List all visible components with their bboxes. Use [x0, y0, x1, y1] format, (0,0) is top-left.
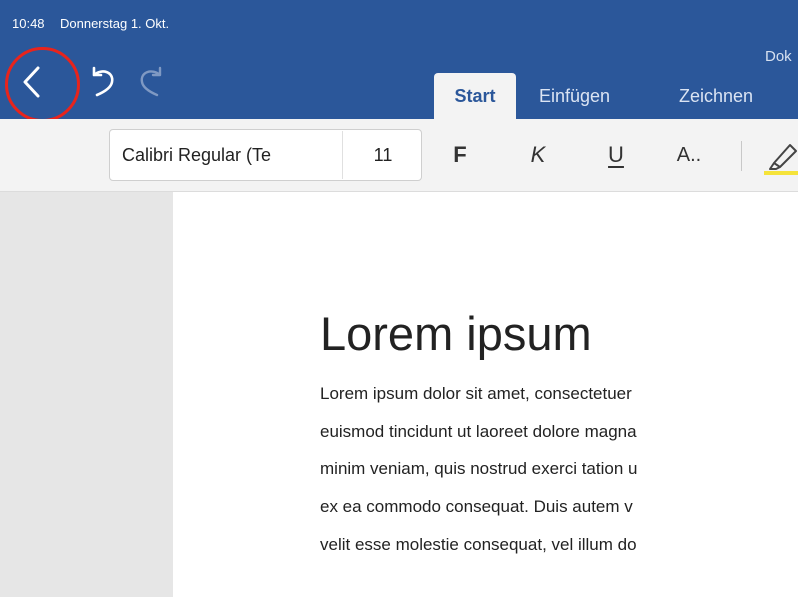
redo-icon	[140, 66, 162, 97]
tab-insert[interactable]: Einfügen	[539, 73, 610, 119]
document-text-line[interactable]: velit esse molestie consequat, vel illum…	[320, 535, 637, 555]
left-margin-gutter	[0, 192, 173, 597]
font-field-divider	[342, 131, 343, 179]
bold-button[interactable]: F	[440, 129, 480, 181]
highlighter-button[interactable]	[760, 137, 798, 177]
document-title: Dok	[765, 48, 792, 65]
font-picker[interactable]: Calibri Regular (Te 11	[109, 129, 422, 181]
underline-button[interactable]: U	[596, 129, 636, 181]
tab-start[interactable]: Start	[434, 73, 516, 119]
status-time: 10:48	[12, 16, 45, 31]
font-size-input[interactable]: 11	[344, 130, 422, 180]
ribbon-header: 10:48 Donnerstag 1. Okt. Dok Start Einfü…	[0, 0, 798, 122]
document-heading[interactable]: Lorem ipsum	[320, 306, 592, 361]
font-color-button[interactable]: A..	[664, 129, 714, 181]
toolbar-divider	[741, 141, 742, 171]
undo-icon	[92, 66, 114, 97]
undo-button[interactable]	[84, 64, 122, 100]
redo-button[interactable]	[134, 64, 170, 100]
document-text-line[interactable]: minim veniam, quis nostrud exerci tation…	[320, 459, 637, 479]
document-text-line[interactable]: euismod tincidunt ut laoreet dolore magn…	[320, 422, 637, 442]
highlighter-icon	[764, 144, 798, 175]
formatting-toolbar: Calibri Regular (Te 11 F K U A..	[0, 119, 798, 192]
font-name-input[interactable]: Calibri Regular (Te	[122, 130, 344, 180]
status-date: Donnerstag 1. Okt.	[60, 16, 170, 31]
document-text-line[interactable]: Lorem ipsum dolor sit amet, consectetuer	[320, 384, 632, 404]
annotation-circle	[5, 47, 80, 122]
document-text-line[interactable]: ex ea commodo consequat. Duis autem v	[320, 497, 633, 517]
italic-button[interactable]: K	[518, 129, 558, 181]
tab-draw[interactable]: Zeichnen	[679, 73, 753, 119]
